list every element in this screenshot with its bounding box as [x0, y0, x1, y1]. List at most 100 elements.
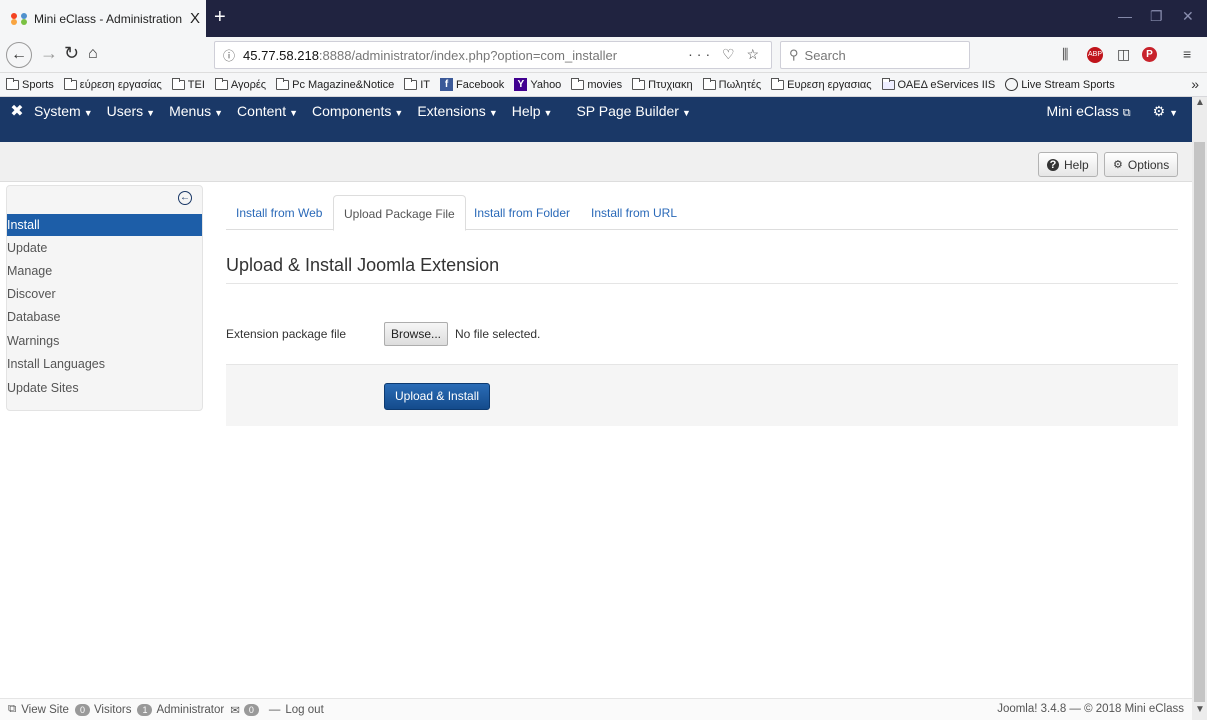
- sidebar-item-update-sites[interactable]: Update Sites: [7, 377, 202, 399]
- sidebar-item-discover[interactable]: Discover: [7, 283, 202, 305]
- menu-menus[interactable]: Menus ▼: [169, 103, 223, 119]
- sidebar-item-manage[interactable]: Manage: [7, 260, 202, 282]
- forward-icon[interactable]: →: [40, 43, 58, 64]
- menu-help[interactable]: Help ▼: [512, 103, 553, 119]
- pinterest-icon[interactable]: P: [1142, 47, 1157, 62]
- options-button[interactable]: ⚙ Options: [1104, 152, 1179, 177]
- url-bar[interactable]: ⓘ 45.77.58.218:8888/administrator/index.…: [214, 41, 772, 69]
- window-close-icon[interactable]: ✕: [1182, 8, 1194, 25]
- url-host: 45.77.58.218: [243, 47, 319, 63]
- bookmark-euresi[interactable]: Ευρεση εργασιας: [771, 77, 872, 91]
- page-scrollbar[interactable]: ▲ ▼: [1192, 97, 1207, 720]
- menu-label: Users: [106, 103, 144, 119]
- sidebar-item-database[interactable]: Database: [7, 306, 202, 328]
- sidebar-item-label: Manage: [7, 264, 53, 278]
- close-tab-icon[interactable]: X: [184, 10, 206, 27]
- menu-users[interactable]: Users ▼: [107, 103, 155, 119]
- reload-icon[interactable]: ↻: [64, 43, 79, 64]
- folder-icon: [771, 77, 785, 90]
- scroll-up-icon[interactable]: ▲: [1195, 97, 1205, 108]
- view-site-label: View Site: [21, 703, 69, 716]
- view-site-link[interactable]: ⧉ View Site: [8, 703, 69, 716]
- browser-search-input[interactable]: ⚲ Search: [780, 41, 970, 69]
- bookmark-agores[interactable]: Αγορές: [214, 77, 266, 91]
- bookmark-label: εύρεση εργασίας: [79, 78, 162, 91]
- bookmark-yahoo[interactable]: Y Yahoo: [514, 78, 561, 91]
- page-actions-icon[interactable]: ··· ♡ ☆: [688, 46, 763, 63]
- bookmark-pc-magazine[interactable]: Pc Magazine&Notice: [276, 77, 395, 91]
- browser-nav-bar: ← → ↻ ⌂ ⓘ 45.77.58.218:8888/administrato…: [0, 37, 1207, 73]
- sidebar-item-label: Database: [7, 310, 61, 324]
- browse-button[interactable]: Browse...: [384, 322, 449, 346]
- adblock-icon[interactable]: ABP: [1087, 47, 1103, 63]
- bookmark-live-stream[interactable]: Live Stream Sports: [1005, 78, 1115, 91]
- bookmark-facebook[interactable]: f Facebook: [440, 78, 504, 91]
- bookmark-movies[interactable]: movies: [571, 77, 622, 91]
- sidebar-item-install[interactable]: Install: [7, 214, 202, 236]
- help-button[interactable]: ? Help: [1038, 152, 1098, 177]
- minimize-icon[interactable]: —: [1118, 8, 1132, 24]
- folder-icon: [6, 77, 19, 90]
- sidebar-icon[interactable]: ◫: [1117, 46, 1130, 63]
- administrators-status: 1 Administrator: [137, 703, 224, 716]
- menu-extensions[interactable]: Extensions ▼: [417, 103, 497, 119]
- tab-install-from-folder[interactable]: Install from Folder: [464, 195, 580, 231]
- sidebar-item-warnings[interactable]: Warnings: [7, 330, 202, 352]
- menu-label: Extensions: [417, 103, 486, 119]
- url-path: :8888/administrator/index.php?option=com…: [318, 47, 618, 63]
- messages-badge: 0: [243, 703, 259, 716]
- sidebar-item-label: Warnings: [7, 334, 60, 348]
- menu-components[interactable]: Components ▼: [312, 103, 403, 119]
- search-icon: ⚲: [789, 47, 799, 62]
- back-icon[interactable]: ←: [6, 42, 32, 68]
- package-file-label: Extension package file: [226, 327, 347, 341]
- sidebar-item-update[interactable]: Update: [7, 237, 202, 259]
- folder-icon: [702, 77, 716, 90]
- sidebar-item-install-languages[interactable]: Install Languages: [7, 353, 202, 375]
- more-bookmarks-icon[interactable]: »: [1191, 76, 1199, 92]
- site-info-icon[interactable]: ⓘ: [223, 47, 235, 64]
- bookmark-label: Pc Magazine&Notice: [292, 78, 395, 91]
- bookmark-label: ΟΑΕΔ eServices IIS: [897, 78, 996, 91]
- library-icon[interactable]: ⫼: [1062, 46, 1068, 63]
- bookmark-label: Live Stream Sports: [1021, 78, 1115, 91]
- tab-install-from-url[interactable]: Install from URL: [581, 195, 687, 231]
- joomla-logo-icon[interactable]: ✖: [0, 101, 34, 121]
- bookmark-job-search[interactable]: εύρεση εργασίας: [63, 77, 162, 91]
- menu-sp-page-builder[interactable]: SP Page Builder ▼: [576, 103, 690, 119]
- caret-down-icon: ▼: [214, 108, 224, 118]
- bookmark-oaed[interactable]: ΟΑΕΔ eServices IIS: [881, 77, 996, 91]
- caret-down-icon: ▼: [83, 108, 93, 118]
- browser-tab[interactable]: Mini eClass - Administration - | X: [0, 0, 206, 37]
- menu-content[interactable]: Content ▼: [237, 103, 298, 119]
- collapse-sidebar-icon[interactable]: ←: [178, 191, 192, 205]
- site-link[interactable]: Mini eClass ⧉: [1047, 103, 1131, 120]
- bookmark-tei[interactable]: TEI: [171, 77, 205, 91]
- copyright: Joomla! 3.4.8 — © 2018 Mini eClass: [997, 703, 1184, 715]
- menu-icon[interactable]: ≡: [1183, 46, 1191, 62]
- scrollbar-thumb[interactable]: [1194, 142, 1205, 702]
- menu-label: Content: [237, 103, 287, 119]
- tab-install-from-web[interactable]: Install from Web: [226, 195, 332, 231]
- restore-icon[interactable]: ❐: [1150, 8, 1163, 25]
- bookmark-sports[interactable]: Sports: [6, 77, 54, 91]
- bookmark-polites[interactable]: Πωλητές: [702, 77, 761, 91]
- menu-label: SP Page Builder: [576, 103, 679, 119]
- logout-link[interactable]: — Log out: [269, 704, 324, 716]
- messages-status[interactable]: ✉ 0: [230, 703, 263, 717]
- status-bar: ⧉ View Site 0 Visitors 1 Administrator ✉ 0 —…: [0, 698, 1192, 720]
- bookmark-it[interactable]: IT: [404, 77, 430, 91]
- bookmarks-bar: Sports εύρεση εργασίας TEI Αγορές Pc Mag…: [0, 73, 1207, 97]
- upload-install-button[interactable]: Upload & Install: [384, 383, 491, 410]
- bookmark-ptyxiaki[interactable]: Πτυχιακη: [632, 77, 693, 91]
- home-icon[interactable]: ⌂: [88, 45, 98, 63]
- tab-upload-package-file[interactable]: Upload Package File: [333, 195, 466, 231]
- menu-system[interactable]: System ▼: [34, 103, 93, 119]
- divider: [226, 283, 1178, 284]
- question-icon: ?: [1047, 158, 1059, 171]
- sidebar-item-label: Install Languages: [7, 357, 105, 371]
- new-tab-button[interactable]: +: [214, 6, 226, 29]
- menu-label: System: [34, 103, 81, 119]
- scroll-down-icon[interactable]: ▼: [1195, 704, 1205, 715]
- user-gear-icon[interactable]: ⚙ ▼: [1153, 103, 1178, 120]
